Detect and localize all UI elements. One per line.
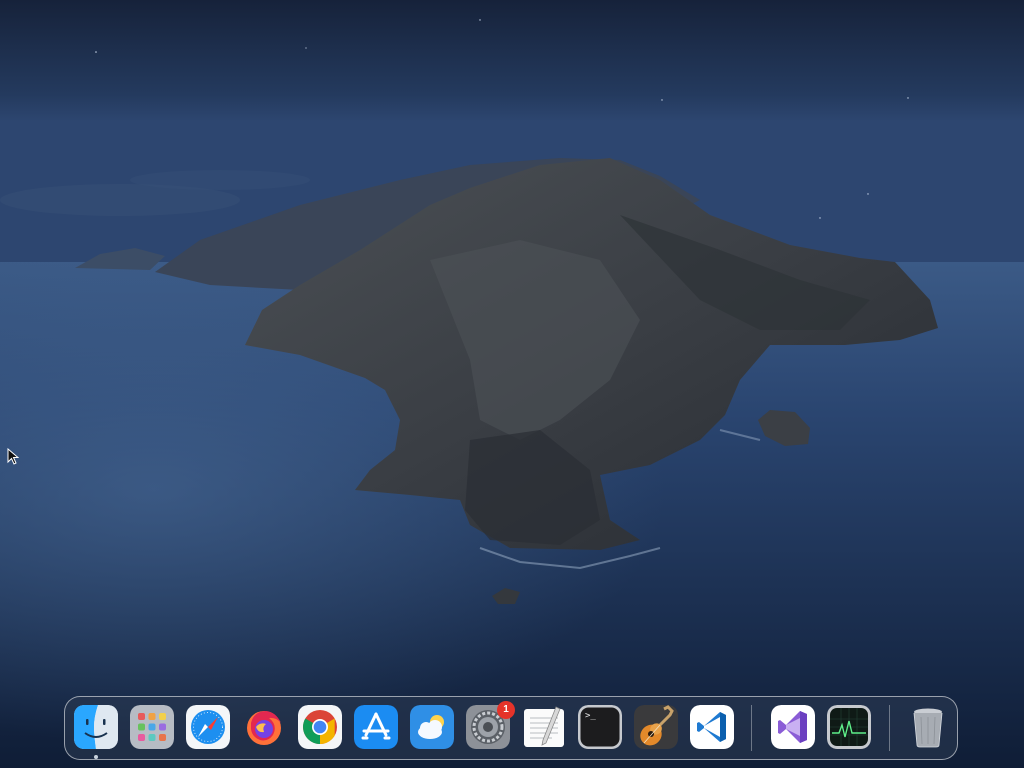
finder-icon — [74, 705, 118, 749]
dock-item-safari[interactable] — [186, 705, 230, 749]
safari-icon — [186, 705, 230, 749]
dock-divider — [889, 705, 890, 751]
desktop-wallpaper — [0, 0, 1024, 768]
chrome-icon — [298, 705, 342, 749]
app-store-icon — [354, 705, 398, 749]
visual-studio-icon — [771, 705, 815, 749]
guitar-icon — [634, 705, 678, 749]
dock-item-trash[interactable] — [906, 705, 950, 749]
firefox-icon — [247, 711, 281, 745]
dock-item-finder[interactable] — [74, 705, 118, 749]
running-indicator — [94, 755, 98, 759]
dock: 1 >_ — [64, 696, 958, 760]
activity-monitor-icon — [827, 705, 871, 749]
dock-item-weather[interactable] — [410, 705, 454, 749]
launchpad-icon — [130, 705, 174, 749]
dock-item-terminal[interactable]: >_ — [578, 705, 622, 749]
mouse-cursor-icon — [7, 448, 19, 465]
weather-icon — [410, 705, 454, 749]
dock-item-app-store[interactable] — [354, 705, 398, 749]
textedit-icon — [524, 706, 564, 747]
notification-badge: 1 — [497, 701, 515, 719]
dock-item-visual-studio[interactable] — [771, 705, 815, 749]
trash-icon — [913, 708, 943, 748]
dock-item-activity-monitor[interactable] — [827, 705, 871, 749]
terminal-prompt: >_ — [585, 711, 596, 721]
vscode-icon — [690, 705, 734, 749]
dock-item-firefox[interactable] — [242, 705, 286, 749]
dock-item-garageband[interactable] — [634, 705, 678, 749]
dock-item-chrome[interactable] — [298, 705, 342, 749]
dock-item-vscode[interactable] — [690, 705, 734, 749]
dock-divider — [751, 705, 752, 751]
dock-item-textedit[interactable] — [522, 705, 566, 749]
dock-item-launchpad[interactable] — [130, 705, 174, 749]
